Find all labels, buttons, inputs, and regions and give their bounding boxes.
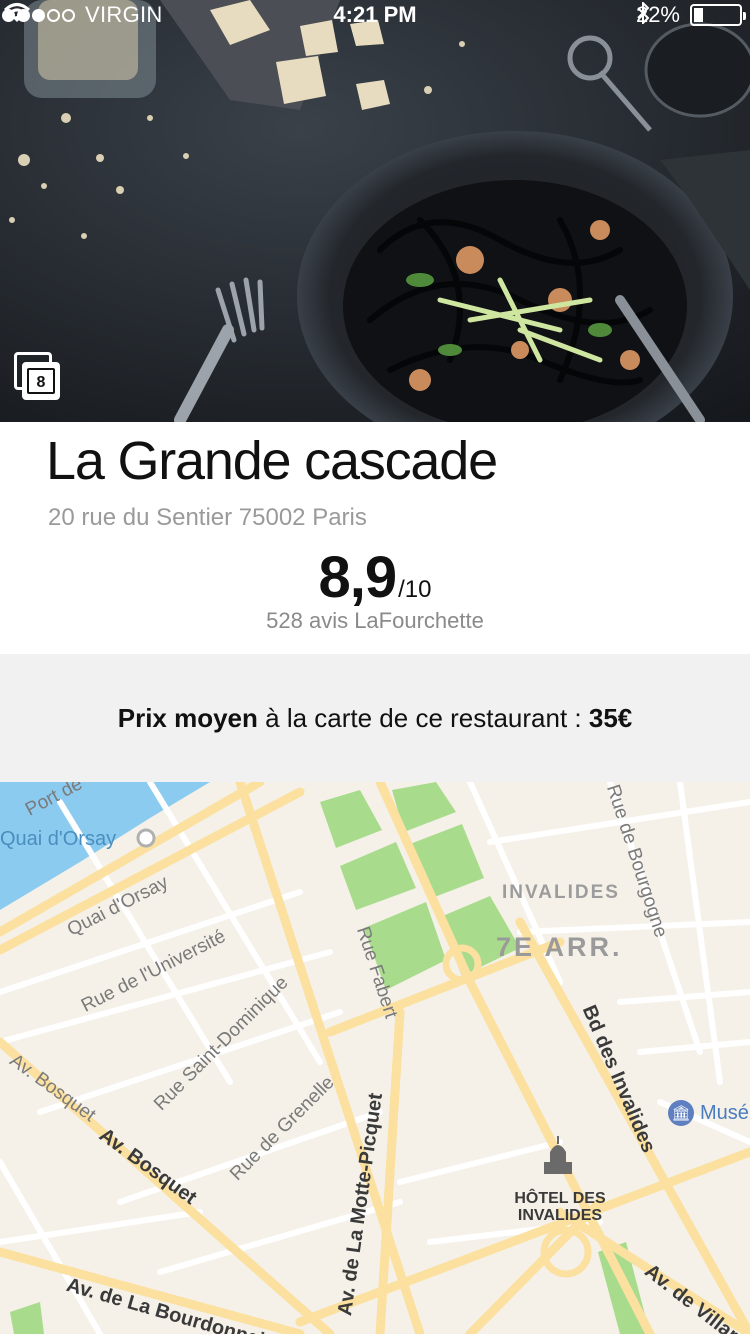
rating-score: 8,9: [318, 545, 397, 610]
restaurant-info: La Grande cascade 20 rue du Sentier 7500…: [0, 422, 750, 654]
hero-photo[interactable]: VIRGIN 4:21 PM 22% 8: [0, 0, 750, 422]
price-label: à la carte de ce restaurant :: [257, 702, 589, 733]
photo-count: 8: [27, 368, 55, 394]
map-poi-museum[interactable]: 🏛 Musé: [668, 1100, 749, 1126]
map-district-label: 7E ARR.: [496, 932, 623, 962]
museum-label: Musé: [700, 1101, 749, 1124]
battery-icon: [690, 4, 746, 26]
rating-max: /10: [398, 576, 432, 603]
restaurant-address: 20 rue du Sentier 75002 Paris: [48, 504, 367, 531]
rating: 8,9/10: [0, 544, 750, 611]
map-poi-invalides[interactable]: HÔTEL DES INVALIDES: [500, 1190, 620, 1224]
bluetooth-icon: [637, 2, 650, 24]
location-map[interactable]: Port de Quai d'Orsay Quai d'Orsay Rue de…: [0, 782, 750, 1334]
price-value: 35€: [588, 702, 633, 733]
price-label-bold: Prix moyen: [117, 702, 258, 733]
average-price-banner: Prix moyen à la carte de ce restaurant :…: [0, 654, 750, 782]
photo-gallery-button[interactable]: 8: [14, 352, 62, 402]
map-label-quai-dorsay-place: Quai d'Orsay: [0, 828, 117, 850]
food-photo-illustration: [0, 0, 750, 422]
museum-icon: 🏛: [668, 1100, 694, 1126]
map-quarter-label: INVALIDES: [502, 882, 620, 903]
status-bar: VIRGIN 4:21 PM 22%: [0, 0, 750, 30]
restaurant-name: La Grande cascade: [46, 431, 498, 491]
review-count-link[interactable]: 528 avis LaFourchette: [0, 608, 750, 634]
